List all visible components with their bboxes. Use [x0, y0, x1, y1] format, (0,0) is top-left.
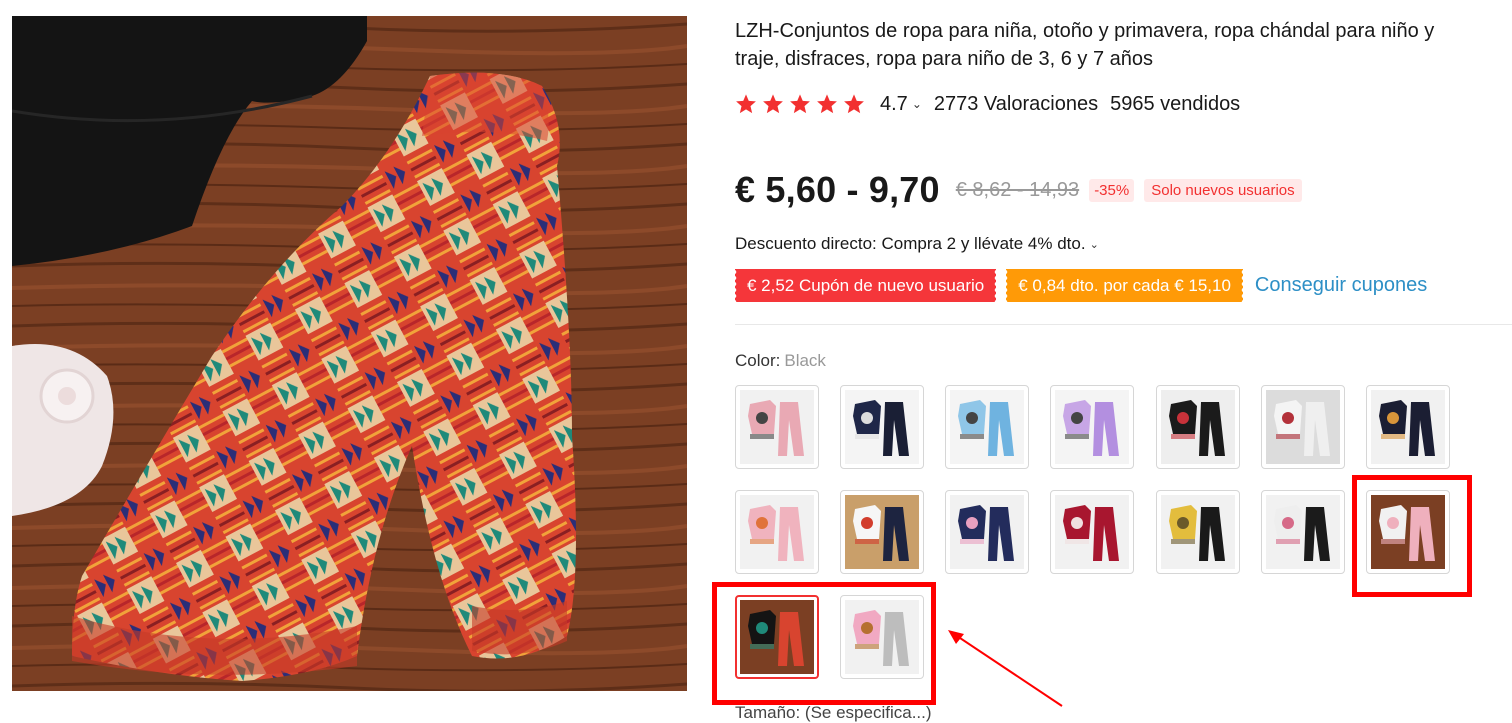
navy-sweater-set-thumb	[845, 390, 919, 464]
get-coupons-link[interactable]: Conseguir cupones	[1255, 274, 1427, 297]
rating-value[interactable]: 4.7	[880, 93, 908, 116]
rating-stars	[735, 93, 870, 115]
color-swatch[interactable]	[735, 385, 819, 469]
white-navy-set-thumb	[845, 495, 919, 569]
star-icon	[736, 94, 756, 114]
color-swatch[interactable]	[840, 385, 924, 469]
chevron-down-icon[interactable]: ⌄	[1090, 238, 1099, 251]
color-label-text: Color:	[735, 351, 781, 370]
new-users-badge: Solo nuevos usuarios	[1144, 178, 1302, 202]
color-swatch[interactable]	[1261, 490, 1345, 574]
color-swatch[interactable]	[840, 490, 924, 574]
white-floral-set-thumb	[1266, 495, 1340, 569]
store-coupon[interactable]: € 0,84 dto. por cada € 15,10	[1005, 269, 1243, 302]
product-title-line-1: LZH-Conjuntos de ropa para niña, otoño y…	[735, 20, 1435, 42]
product-photo	[12, 16, 687, 691]
discount-percent-badge: -35%	[1089, 178, 1135, 202]
divider	[735, 324, 1512, 325]
burgundy-set-thumb	[1055, 495, 1129, 569]
coupon-row: € 2,52 Cupón de nuevo usuario € 0,84 dto…	[733, 269, 1427, 302]
rating-row: 4.7 ⌄ 2773 Valoraciones 5965 vendidos	[735, 90, 1240, 118]
annotation-arrow-icon	[948, 630, 1063, 707]
color-swatch[interactable]	[1156, 385, 1240, 469]
new-user-coupon[interactable]: € 2,52 Cupón de nuevo usuario	[733, 269, 997, 302]
color-swatch[interactable]	[1050, 490, 1134, 574]
yellow-camo-set-thumb	[1161, 495, 1235, 569]
highlight-box-pink-flare	[1352, 475, 1472, 597]
price-row: € 5,60 - 9,70 € 8,62 - 14,93 -35% Solo n…	[735, 168, 1302, 212]
reviews-count[interactable]: 2773 Valoraciones	[934, 93, 1098, 116]
navy-unicorn-set-thumb	[950, 495, 1024, 569]
color-swatch[interactable]	[1261, 385, 1345, 469]
original-price: € 8,62 - 14,93	[955, 178, 1080, 201]
black-rose-set-thumb	[1161, 390, 1235, 464]
direct-discount-text: Descuento directo: Compra 2 y llévate 4%…	[735, 234, 1086, 253]
blue-sweater-set-thumb	[950, 390, 1024, 464]
star-icon	[763, 94, 783, 114]
star-icon	[844, 94, 864, 114]
sold-count: 5965 vendidos	[1110, 92, 1241, 115]
pink-print-set-thumb	[740, 495, 814, 569]
color-swatch[interactable]	[945, 385, 1029, 469]
star-icon	[790, 94, 810, 114]
purple-sweater-set-thumb	[1055, 390, 1129, 464]
black-print-set-thumb	[1371, 390, 1445, 464]
highlight-box-bottom-swatches	[712, 582, 936, 705]
color-swatch[interactable]	[1366, 385, 1450, 469]
color-swatch[interactable]	[945, 490, 1029, 574]
size-label: Tamaño: (Se especifica...)	[735, 703, 932, 722]
main-product-image[interactable]	[12, 16, 687, 691]
star-icon	[817, 94, 837, 114]
white-rose-set-thumb	[1266, 390, 1340, 464]
color-swatch[interactable]	[1156, 490, 1240, 574]
product-title-line-2: traje, disfraces, ropa para niño de 3, 6…	[735, 48, 1154, 70]
pink-sweater-set-thumb	[740, 390, 814, 464]
color-swatch[interactable]	[1050, 385, 1134, 469]
product-title: LZH-Conjuntos de ropa para niña, otoño y…	[735, 17, 1512, 73]
selected-color-value: Black	[784, 351, 826, 370]
direct-discount[interactable]: Descuento directo: Compra 2 y llévate 4%…	[735, 232, 1111, 256]
chevron-down-icon[interactable]: ⌄	[912, 97, 922, 111]
color-label: Color: Black	[735, 351, 826, 371]
color-swatch[interactable]	[735, 490, 819, 574]
current-price: € 5,60 - 9,70	[735, 169, 940, 210]
